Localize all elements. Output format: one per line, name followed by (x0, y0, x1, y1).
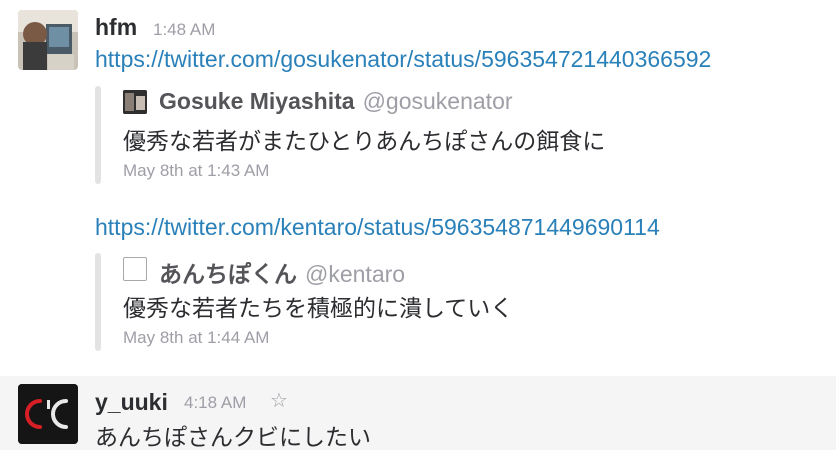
tweet-attachment: あんちぽくん @kentaro 優秀な若者たちを積極的に潰していく May 8th… (95, 253, 795, 351)
message-timestamp[interactable]: 4:18 AM (184, 393, 246, 413)
tweet-link[interactable]: https://twitter.com/kentaro/status/59635… (95, 214, 660, 241)
attachment-author-name[interactable]: あんちぽくん (159, 261, 297, 287)
message-timestamp[interactable]: 1:48 AM (153, 20, 215, 40)
user-avatar-icon[interactable] (123, 90, 147, 114)
attachment-timestamp[interactable]: May 8th at 1:44 AM (123, 328, 269, 348)
user-photo-icon (18, 10, 78, 70)
attachment-text: 優秀な若者たちを積極的に潰していく (123, 295, 514, 321)
blank-avatar-icon[interactable] (123, 257, 147, 281)
message-y-uuki: y_uuki 4:18 AM ☆ あんちぽさんクビにしたい (0, 376, 836, 450)
attachment-author[interactable]: あんちぽくん @kentaro (159, 255, 405, 289)
tweet-attachment: Gosuke Miyashita @gosukenator 優秀な若者がまたひとり… (95, 86, 795, 184)
avatar[interactable] (18, 10, 78, 70)
attachment-author-name[interactable]: Gosuke Miyashita (159, 88, 355, 114)
message-text: あんちぽさんクビにしたい (95, 424, 371, 450)
attachment-bar (95, 253, 101, 351)
tweet-link[interactable]: https://twitter.com/gosukenator/status/5… (95, 46, 711, 73)
attachment-author[interactable]: Gosuke Miyashita @gosukenator (159, 88, 513, 115)
author-name[interactable]: y_uuki (95, 389, 168, 416)
avatar[interactable] (18, 384, 78, 444)
author-name[interactable]: hfm (95, 14, 137, 41)
attachment-handle[interactable]: @gosukenator (363, 88, 513, 114)
star-icon[interactable]: ☆ (270, 388, 288, 413)
attachment-timestamp[interactable]: May 8th at 1:43 AM (123, 161, 269, 181)
attachment-text: 優秀な若者がまたひとりあんちぽさんの餌食に (123, 128, 606, 154)
message-hfm: hfm 1:48 AM https://twitter.com/gosukena… (0, 0, 836, 370)
attachment-handle[interactable]: @kentaro (305, 261, 405, 287)
attachment-bar (95, 86, 101, 184)
logo-avatar-icon (18, 384, 78, 444)
